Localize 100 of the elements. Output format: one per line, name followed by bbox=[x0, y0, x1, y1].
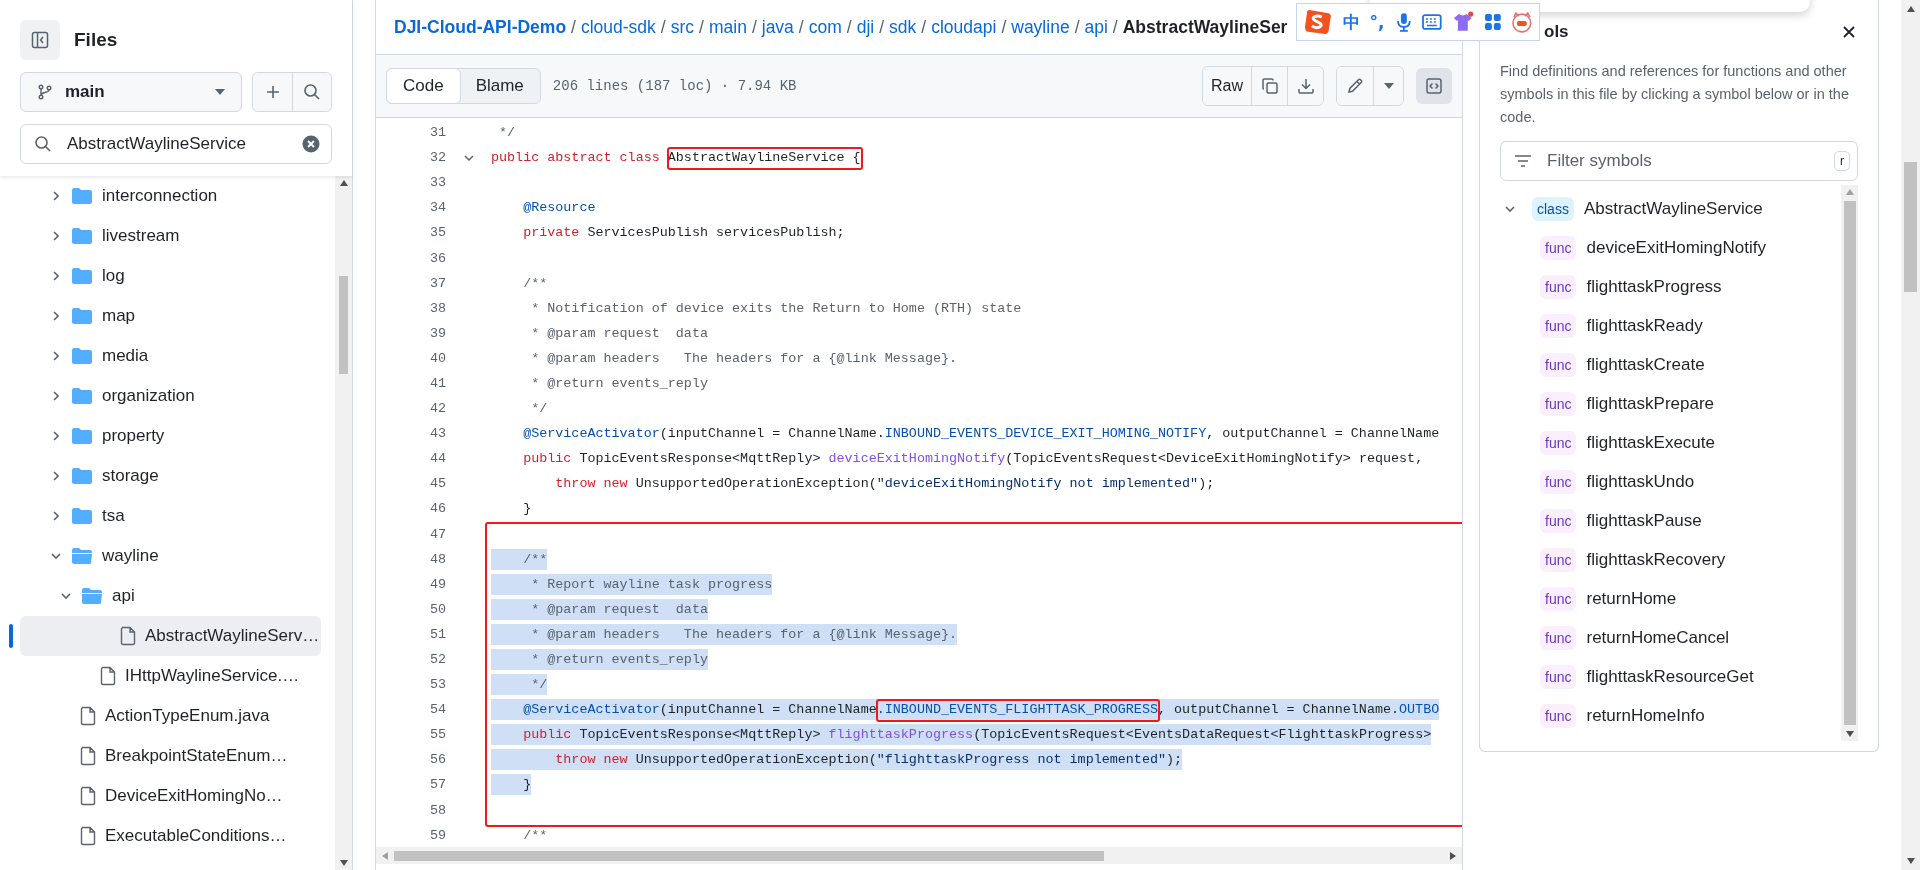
scrollbar-thumb[interactable] bbox=[339, 276, 348, 374]
symbol-item[interactable]: func flighttaskReady bbox=[1500, 306, 1841, 345]
symbol-item[interactable]: func flighttaskPrepare bbox=[1500, 384, 1841, 423]
tree-item[interactable]: wayline bbox=[0, 536, 321, 576]
input-method-logo-icon[interactable] bbox=[1303, 7, 1333, 37]
symbol-item[interactable]: func flighttaskResourceGet bbox=[1500, 657, 1841, 696]
close-icon[interactable] bbox=[1842, 25, 1856, 39]
input-mode-toggle[interactable]: 中 bbox=[1342, 10, 1360, 34]
symbol-type-label: func bbox=[1540, 352, 1577, 377]
mascot-icon[interactable] bbox=[1511, 11, 1534, 33]
symbol-type-label: class bbox=[1532, 196, 1574, 221]
symbol-item[interactable]: class AbstractWaylineService bbox=[1500, 189, 1841, 228]
copy-icon bbox=[1260, 77, 1279, 95]
keyboard-icon[interactable] bbox=[1422, 14, 1442, 30]
symbols-scrollbar[interactable] bbox=[1841, 185, 1858, 741]
scroll-down-icon[interactable] bbox=[339, 860, 348, 866]
more-edit-options-button[interactable] bbox=[1373, 67, 1403, 105]
breadcrumb-link[interactable]: wayline bbox=[1011, 16, 1070, 38]
code-line: @Resource bbox=[522, 199, 596, 218]
symbol-item[interactable]: func returnHome bbox=[1500, 579, 1841, 618]
tree-item[interactable]: livestream bbox=[0, 216, 321, 256]
scroll-down-icon[interactable] bbox=[1845, 731, 1854, 737]
tree-item[interactable]: property bbox=[0, 416, 321, 456]
breadcrumb-link[interactable]: DJI-Cloud-API-Demo bbox=[394, 16, 567, 38]
input-mode-toggle[interactable]: °, bbox=[1369, 12, 1385, 32]
line-number: 36 bbox=[428, 250, 446, 266]
tree-item[interactable]: media bbox=[0, 336, 321, 376]
scrollbar-thumb[interactable] bbox=[394, 850, 1104, 861]
tree-item[interactable]: map bbox=[0, 296, 321, 336]
scroll-right-icon[interactable] bbox=[1450, 851, 1456, 860]
path-separator: / bbox=[1001, 16, 1007, 38]
symbol-item[interactable]: func flighttaskRecovery bbox=[1500, 540, 1841, 579]
symbols-panel-toggle[interactable] bbox=[1416, 68, 1452, 104]
breadcrumb-link[interactable]: cloud-sdk bbox=[580, 16, 656, 38]
symbol-name: returnHomeInfo bbox=[1586, 705, 1705, 726]
line-number: 52 bbox=[428, 652, 446, 667]
scroll-left-icon[interactable] bbox=[382, 851, 388, 860]
tree-item[interactable]: tsa bbox=[0, 496, 321, 536]
grid-icon[interactable] bbox=[1483, 13, 1502, 31]
clear-icon[interactable] bbox=[302, 135, 320, 153]
line-number: 38 bbox=[428, 300, 446, 316]
line-number: 45 bbox=[428, 476, 446, 492]
collapse-sidebar-button[interactable] bbox=[20, 20, 60, 60]
code-line: * Notification of device exits the Return to Home (RTH) state bbox=[530, 299, 1022, 318]
tree-item[interactable]: DeviceExitHomingNo… bbox=[0, 776, 321, 816]
tree-item[interactable]: BreakpointStateEnum… bbox=[0, 736, 321, 776]
tree-item[interactable]: interconnection bbox=[0, 176, 321, 216]
sidebar-scrollbar[interactable] bbox=[335, 176, 352, 870]
breadcrumb-link[interactable]: cloudapi bbox=[931, 16, 997, 38]
scroll-up-icon[interactable] bbox=[339, 180, 348, 186]
symbol-item[interactable]: func flighttaskExecute bbox=[1500, 423, 1841, 462]
breadcrumb-link[interactable]: com bbox=[808, 16, 842, 38]
caret-icon bbox=[1383, 83, 1394, 89]
branch-selector[interactable]: main bbox=[20, 72, 242, 112]
scrollbar-thumb[interactable] bbox=[1843, 201, 1856, 725]
breadcrumb-link[interactable]: main bbox=[708, 16, 747, 38]
line-number: 44 bbox=[428, 451, 446, 467]
symbol-item[interactable]: func deviceExitHomingNotify bbox=[1500, 228, 1841, 267]
symbol-item[interactable]: func flighttaskProgress bbox=[1500, 267, 1841, 306]
search-button[interactable] bbox=[292, 73, 331, 111]
breadcrumb-link[interactable]: dji bbox=[856, 16, 875, 38]
scroll-down-icon[interactable] bbox=[1906, 858, 1915, 864]
symbol-item[interactable]: func returnHomeCancel bbox=[1500, 618, 1841, 657]
tree-item[interactable]: ActionTypeEnum.java bbox=[0, 696, 321, 736]
page-scrollbar[interactable] bbox=[1901, 0, 1920, 870]
breadcrumb-link[interactable]: api bbox=[1084, 16, 1108, 38]
symbol-item[interactable]: func returnHomeInfo bbox=[1500, 696, 1841, 735]
path-separator: / bbox=[699, 16, 704, 38]
tree-item[interactable]: organization bbox=[0, 376, 321, 416]
tree-item[interactable]: ExecutableConditions… bbox=[0, 816, 321, 856]
microphone-icon[interactable] bbox=[1394, 12, 1413, 32]
tree-item[interactable]: api bbox=[0, 576, 321, 616]
scroll-up-icon[interactable] bbox=[1906, 6, 1915, 12]
tree-item[interactable]: log bbox=[0, 256, 321, 296]
folder-icon bbox=[71, 267, 93, 285]
download-button[interactable] bbox=[1287, 67, 1323, 105]
path-separator: / bbox=[879, 16, 885, 38]
file-search-field[interactable]: AbstractWaylineService bbox=[20, 124, 332, 164]
breadcrumb-link[interactable]: src bbox=[670, 16, 695, 38]
code-line: */ bbox=[530, 400, 548, 419]
view-tab[interactable]: Code bbox=[386, 68, 461, 104]
breadcrumb-link[interactable]: sdk bbox=[889, 16, 917, 38]
download-icon bbox=[1296, 77, 1315, 95]
shirt-icon[interactable] bbox=[1451, 11, 1474, 33]
symbol-item[interactable]: func flighttaskCreate bbox=[1500, 345, 1841, 384]
line-number: 41 bbox=[428, 376, 446, 391]
code-scrollbar[interactable] bbox=[376, 847, 1462, 864]
symbol-name: flighttaskReady bbox=[1586, 315, 1703, 336]
symbol-item[interactable]: func flighttaskPause bbox=[1500, 501, 1841, 540]
code-line: } bbox=[522, 500, 532, 519]
tree-item[interactable]: storage bbox=[0, 456, 321, 496]
breadcrumb-link[interactable]: java bbox=[761, 16, 794, 38]
symbol-name: returnHome bbox=[1586, 588, 1677, 609]
scrollbar-thumb[interactable] bbox=[1904, 162, 1917, 292]
path-separator: / bbox=[921, 16, 927, 38]
shortcut-key: r bbox=[1834, 151, 1850, 171]
symbol-item[interactable]: func flighttaskUndo bbox=[1500, 462, 1841, 501]
view-tab[interactable]: Blame bbox=[459, 69, 540, 103]
tree-item[interactable]: IHttpWaylineService.… bbox=[0, 656, 321, 696]
code-line: */ bbox=[498, 124, 516, 143]
